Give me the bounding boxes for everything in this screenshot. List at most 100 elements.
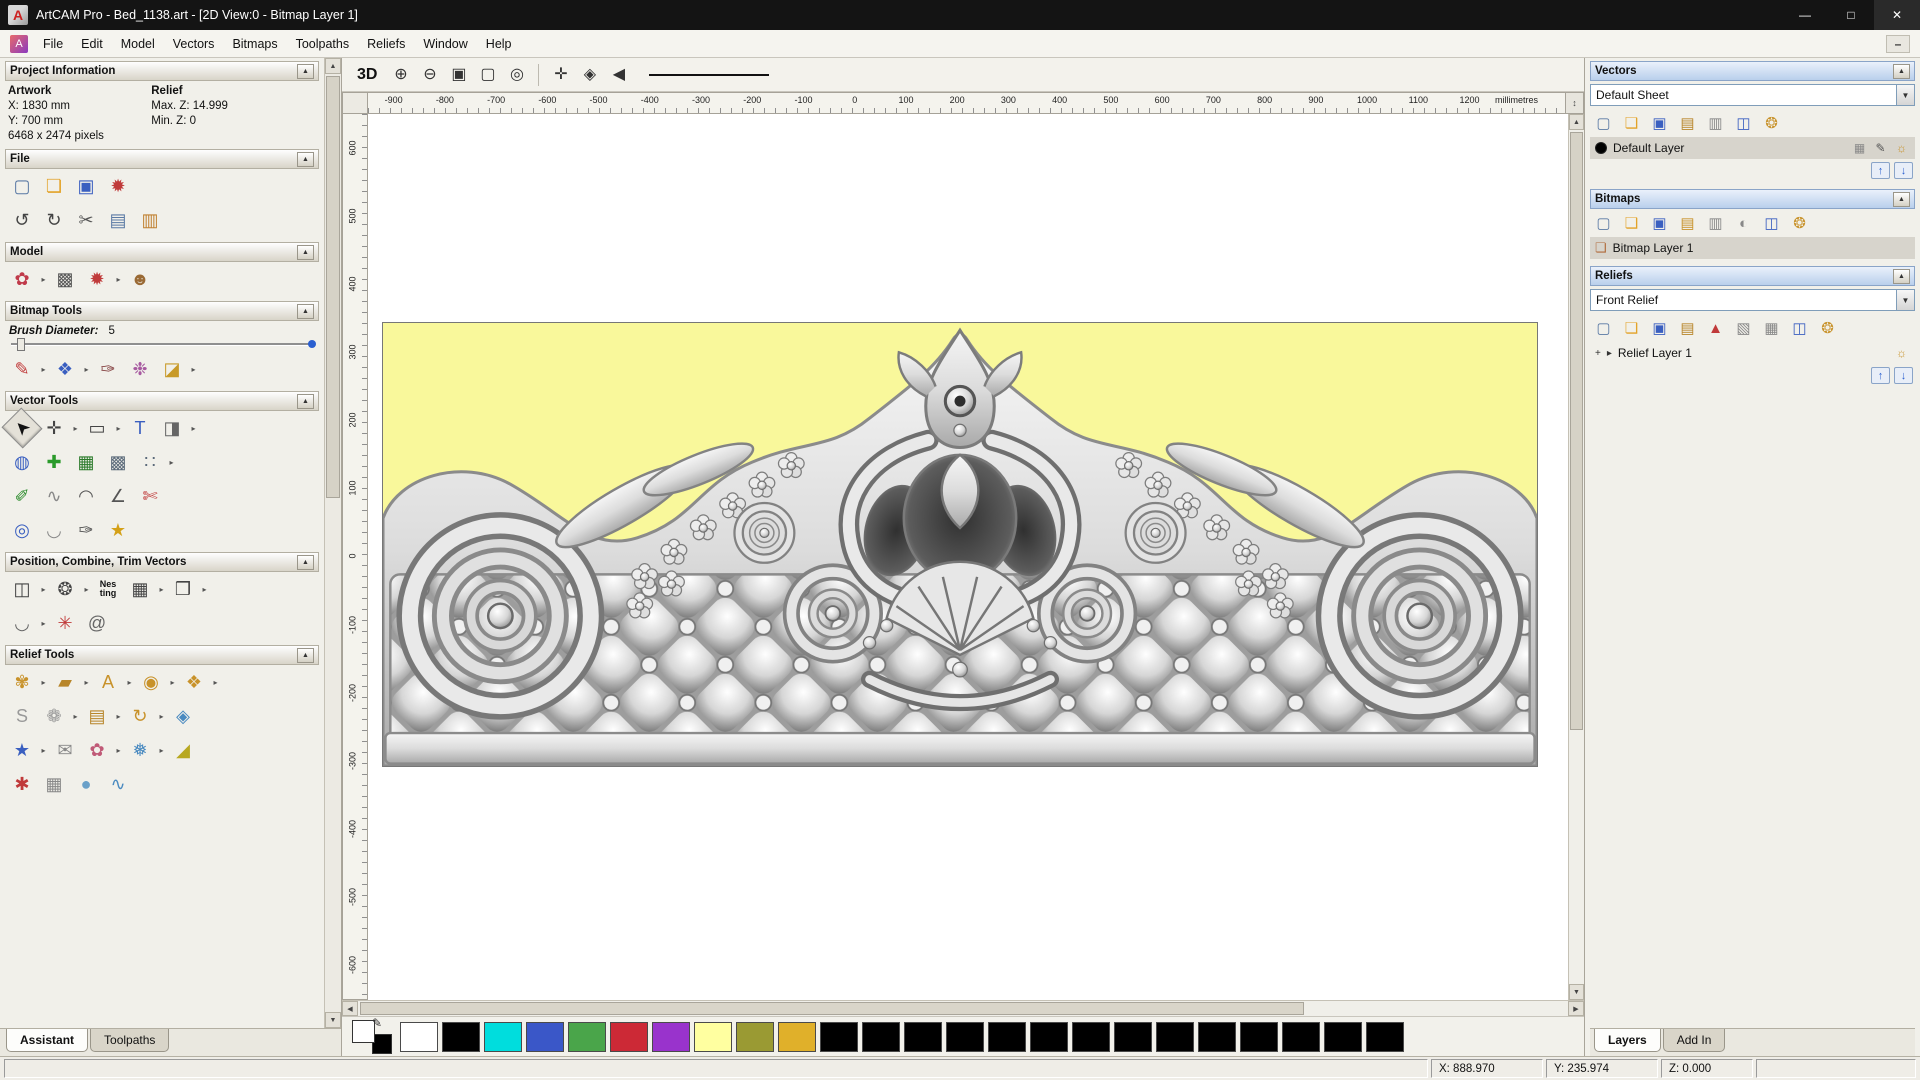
vector-layer-row[interactable]: Default Layer ▦ ✎ ☼ [1590, 137, 1915, 159]
move-layer-up-button[interactable]: ↑ [1871, 162, 1890, 179]
relief-layer-row[interactable]: + ▸ Relief Layer 1 ☼ [1590, 342, 1915, 364]
collapse-icon[interactable]: ▲ [297, 151, 314, 167]
nesting-icon[interactable]: Nes ting [93, 575, 123, 603]
dropdown-arrow-icon[interactable]: ▸ [114, 712, 123, 721]
copy-bitmap-layer-icon[interactable]: ▤ [1674, 211, 1701, 235]
dropdown-arrow-icon[interactable]: ▸ [39, 365, 48, 374]
create-text-icon[interactable]: T [125, 414, 155, 442]
palette-swatch-4[interactable] [568, 1021, 606, 1052]
transform-vectors-icon[interactable]: ✛ [39, 414, 69, 442]
vector-doctor-icon[interactable]: ✚ [39, 448, 69, 476]
palette-swatch-8[interactable] [736, 1021, 774, 1052]
trim-vectors-icon[interactable]: ✄ [135, 482, 165, 510]
artwork-sheet[interactable] [382, 322, 1538, 767]
export-vectors-icon[interactable]: ▥ [1702, 111, 1729, 135]
centre-view-icon[interactable]: ◈ [576, 62, 603, 88]
zoom-fit-icon[interactable]: ▢ [474, 62, 501, 88]
palette-swatch-21[interactable] [1282, 1021, 1320, 1052]
menu-model[interactable]: Model [112, 33, 164, 55]
palette-swatch-12[interactable] [904, 1021, 942, 1052]
menu-vectors[interactable]: Vectors [164, 33, 224, 55]
fan-relief-icon[interactable]: ✿ [82, 736, 112, 764]
smooth-relief-icon[interactable]: ▰ [50, 668, 80, 696]
menu-edit[interactable]: Edit [72, 33, 112, 55]
collapse-icon[interactable]: ▲ [297, 647, 314, 663]
dropdown-arrow-icon[interactable]: ▸ [71, 424, 80, 433]
dropdown-arrow-icon[interactable]: ▸ [167, 458, 176, 467]
dropdown-arrow-icon[interactable]: ▸ [39, 585, 48, 594]
menu-help[interactable]: Help [477, 33, 521, 55]
join-vectors-icon[interactable]: ◎ [7, 516, 37, 544]
move-layer-down-button[interactable]: ↓ [1894, 162, 1913, 179]
layer-visible-icon[interactable]: ☼ [1893, 345, 1910, 362]
collapse-icon[interactable]: ▲ [297, 393, 314, 409]
brush-diameter-slider[interactable] [11, 338, 316, 351]
create-star-icon[interactable]: ★ [103, 516, 133, 544]
measure-icon[interactable]: ∠ [103, 482, 133, 510]
dropdown-arrow-icon[interactable]: ▸ [157, 585, 166, 594]
tab-toolpaths[interactable]: Toolpaths [90, 1029, 170, 1052]
plus-icon[interactable]: + [1595, 348, 1601, 359]
dropdown-arrow-icon[interactable]: ▸ [114, 424, 123, 433]
zoom-objects-icon[interactable]: ◎ [503, 62, 530, 88]
scroll-up-icon[interactable]: ▲ [325, 58, 341, 74]
dropdown-arrow-icon[interactable]: ▸ [157, 746, 166, 755]
dropdown-arrow-icon[interactable]: ▸ [200, 585, 209, 594]
dropdown-arrow-icon[interactable]: ▸ [114, 746, 123, 755]
palette-swatch-10[interactable] [820, 1021, 858, 1052]
paint-selective-icon[interactable]: ❖ [50, 355, 80, 383]
collapse-icon[interactable]: ▲ [297, 63, 314, 79]
dropdown-arrow-icon[interactable]: ▸ [189, 424, 198, 433]
dropdown-arrow-icon[interactable]: ▸ [39, 746, 48, 755]
circular-copy-icon[interactable]: ❂ [50, 575, 80, 603]
spin-relief-icon[interactable]: ↻ [125, 702, 155, 730]
layer-colour-swatch[interactable] [1595, 142, 1607, 154]
group-vectors-icon[interactable]: ❒ [168, 575, 198, 603]
layer-edit-icon[interactable]: ✎ [1872, 140, 1889, 157]
tab-assistant[interactable]: Assistant [6, 1029, 89, 1052]
view-3d-button[interactable]: 3D [350, 63, 384, 87]
menu-file[interactable]: File [34, 33, 72, 55]
new-relief-layer-icon[interactable]: ▢ [1590, 316, 1617, 340]
merge-bitmap-layers-icon[interactable]: ▥ [1702, 211, 1729, 235]
minimize-button[interactable]: — [1782, 0, 1828, 30]
palette-swatch-5[interactable] [610, 1021, 648, 1052]
delete-relief-layer-icon[interactable]: ◫ [1786, 316, 1813, 340]
sheet-relief-icon[interactable]: ▧ [1730, 316, 1757, 340]
texture-relief-icon[interactable]: ❅ [125, 736, 155, 764]
pyramid-icon[interactable]: ▲ [1702, 316, 1729, 340]
import-vectors-icon[interactable]: ▤ [1674, 111, 1701, 135]
drawing-canvas[interactable] [368, 114, 1568, 1000]
ruler-options-button[interactable]: ↕ [1566, 92, 1584, 114]
bitmap-to-vector-icon[interactable]: ▩ [103, 448, 133, 476]
palette-swatch-7[interactable] [694, 1021, 732, 1052]
save-relief-layer-icon[interactable]: ▣ [1646, 316, 1673, 340]
bitmap-wizard-icon[interactable]: ❂ [1786, 211, 1813, 235]
calculate-relief-icon[interactable]: ▦ [1758, 316, 1785, 340]
scroll-right-icon[interactable]: ▶ [1568, 1001, 1584, 1016]
zoom-in-icon[interactable]: ⊕ [387, 62, 414, 88]
chevron-down-icon[interactable]: ▼ [1896, 290, 1914, 310]
expander-icon[interactable]: ▸ [1607, 348, 1612, 359]
save-model-icon[interactable]: ▣ [71, 172, 101, 200]
offset-relief-icon[interactable]: ✱ [7, 770, 37, 798]
dropdown-arrow-icon[interactable]: ▸ [114, 275, 123, 284]
select-vectors-icon[interactable]: ➤ [1, 407, 43, 449]
dropdown-arrow-icon[interactable]: ▸ [211, 678, 220, 687]
relief-library-icon[interactable]: ▤ [82, 702, 112, 730]
collapse-icon[interactable]: ▲ [1893, 268, 1910, 284]
palette-swatch-18[interactable] [1156, 1021, 1194, 1052]
new-sheet-icon[interactable]: ▢ [1590, 111, 1617, 135]
preview-bitmap-icon[interactable]: ◐ [1730, 211, 1757, 235]
collapse-icon[interactable]: ▲ [297, 554, 314, 570]
dropdown-arrow-icon[interactable]: ▸ [189, 365, 198, 374]
chevron-down-icon[interactable]: ▼ [1896, 85, 1914, 105]
dropdown-arrow-icon[interactable]: ▸ [39, 275, 48, 284]
tab-layers[interactable]: Layers [1594, 1029, 1661, 1052]
menu-toolpaths[interactable]: Toolpaths [287, 33, 359, 55]
save-bitmap-layer-icon[interactable]: ▣ [1646, 211, 1673, 235]
scroll-left-icon[interactable]: ◀ [342, 1001, 358, 1016]
dropdown-arrow-icon[interactable]: ▸ [71, 712, 80, 721]
new-model-icon[interactable]: ▢ [7, 172, 37, 200]
open-model-icon[interactable]: ❏ [39, 172, 69, 200]
